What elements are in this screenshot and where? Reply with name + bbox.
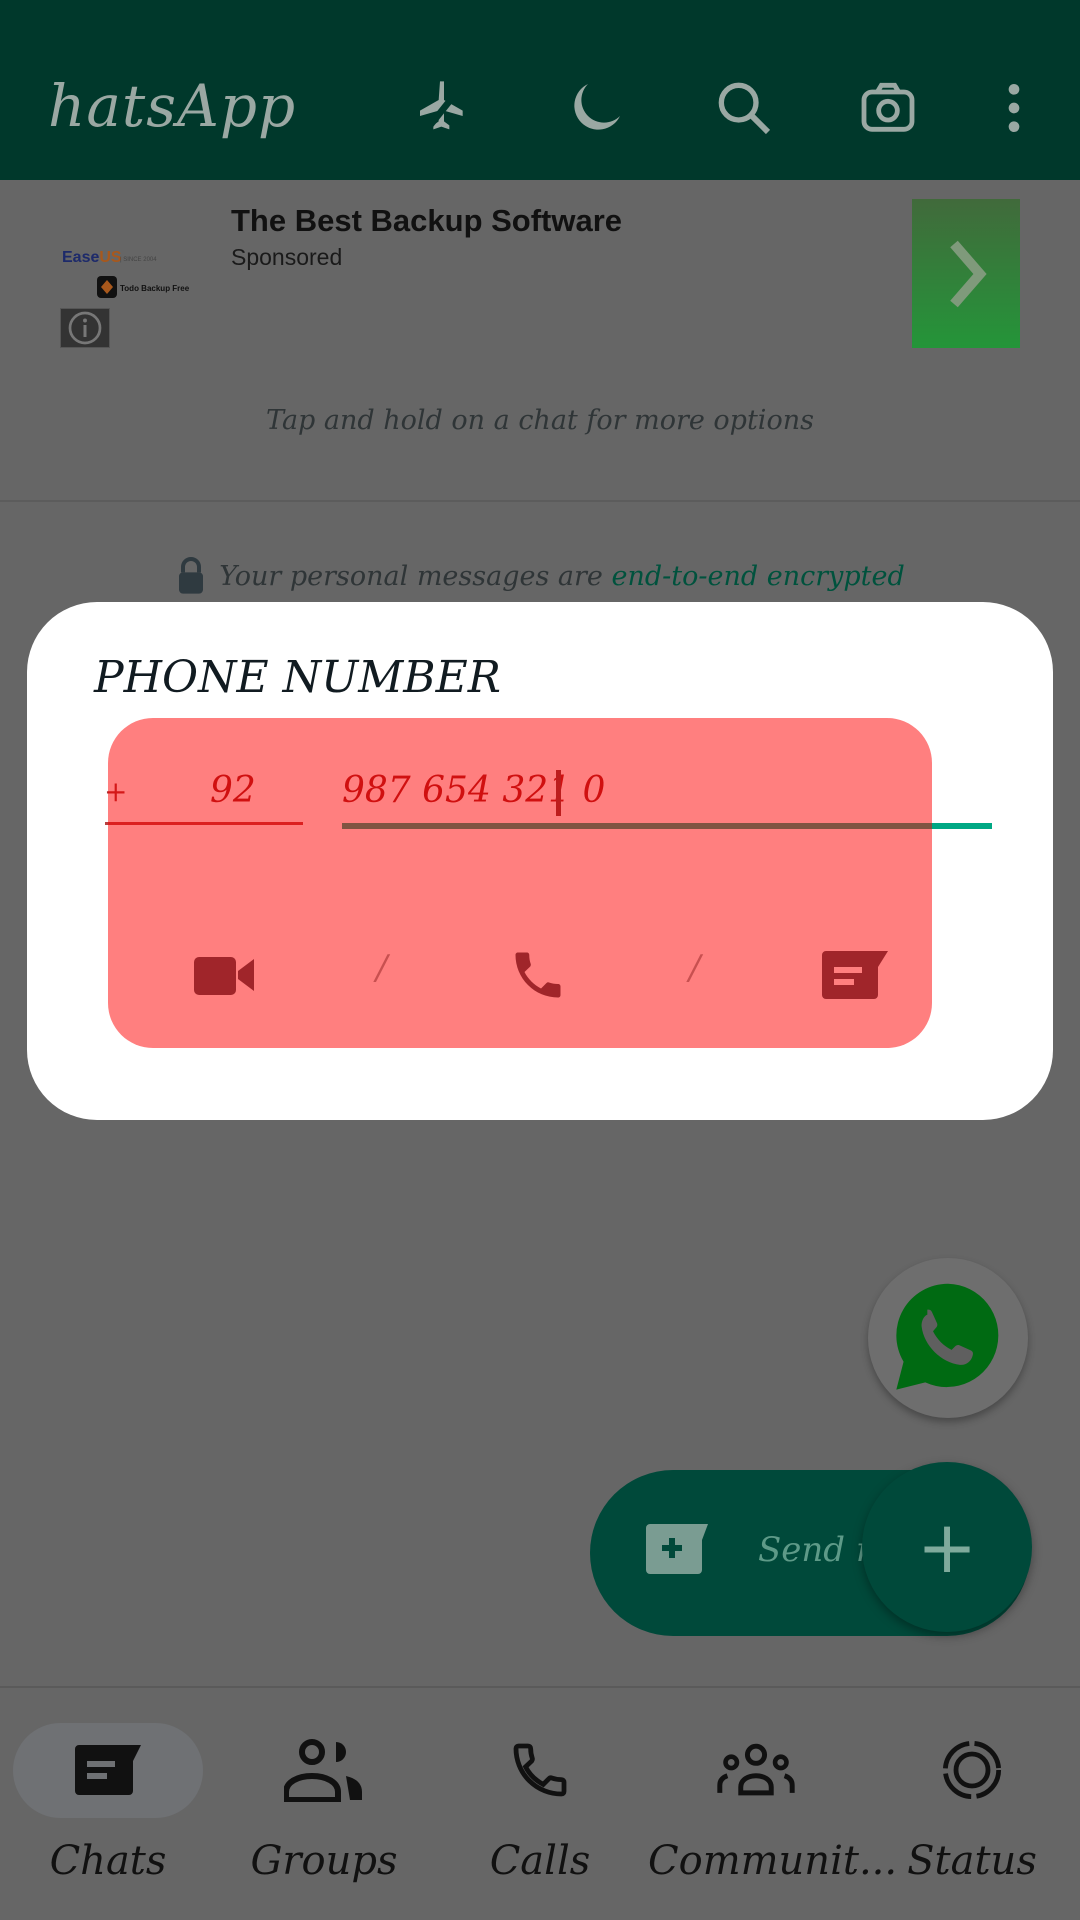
tab-chats[interactable]: Chats: [0, 1720, 216, 1920]
add-button[interactable]: +: [862, 1462, 1032, 1632]
svg-text:Todo Backup Free: Todo Backup Free: [120, 284, 190, 293]
voice-call-icon[interactable]: [503, 940, 573, 1010]
tab-label: Groups: [250, 1838, 398, 1884]
message-icon[interactable]: [820, 940, 890, 1010]
chats-icon: [68, 1730, 148, 1810]
svg-text:| SINCE 2004: | SINCE 2004: [120, 257, 157, 263]
camera-icon[interactable]: [852, 72, 924, 144]
info-icon[interactable]: [60, 308, 110, 348]
hint-text: Tap and hold on a chat for more options: [266, 405, 814, 436]
svg-text:EaseUS: EaseUS: [62, 249, 122, 266]
search-icon[interactable]: [708, 72, 780, 144]
airplane-off-icon[interactable]: [408, 72, 480, 144]
whatsapp-button[interactable]: [868, 1258, 1028, 1418]
tab-label: Communit...: [648, 1838, 898, 1884]
tab-label: Chats: [49, 1838, 167, 1884]
encryption-link[interactable]: end-to-end encrypted: [611, 561, 904, 592]
app-title: hatsApp: [48, 72, 297, 140]
tab-status[interactable]: Status: [864, 1720, 1080, 1920]
status-icon: [932, 1730, 1012, 1810]
moon-icon[interactable]: [560, 72, 632, 144]
tab-label: Calls: [489, 1838, 591, 1884]
encryption-notice[interactable]: Your personal messages are end-to-end en…: [0, 555, 1080, 595]
video-call-icon[interactable]: [191, 940, 261, 1010]
more-vert-icon[interactable]: [978, 72, 1050, 144]
dialog-title: PHONE NUMBER: [94, 652, 501, 703]
groups-icon: [284, 1730, 364, 1810]
app-header: hatsApp: [0, 0, 1080, 180]
ad-sponsored-label: Sponsored: [231, 244, 343, 270]
divider: [0, 1686, 1080, 1688]
encryption-text: Your personal messages are: [219, 561, 612, 592]
chevron-right-icon[interactable]: [912, 199, 1020, 348]
separator: /: [689, 948, 701, 988]
lock-icon: [179, 557, 204, 594]
new-chat-icon: [646, 1524, 708, 1574]
ad-title[interactable]: The Best Backup Software: [231, 203, 622, 239]
tab-groups[interactable]: Groups: [216, 1720, 432, 1920]
ad-logo: EaseUS | SINCE 2004 Todo Backup Free: [60, 244, 210, 304]
tab-communities[interactable]: Communit...: [648, 1720, 898, 1920]
calls-icon: [500, 1730, 580, 1810]
tab-calls[interactable]: Calls: [432, 1720, 648, 1920]
separator: /: [376, 948, 388, 988]
whatsapp-icon: [896, 1283, 999, 1390]
tab-label: Status: [907, 1838, 1037, 1884]
divider: [0, 500, 1080, 502]
communities-icon: [716, 1730, 796, 1810]
